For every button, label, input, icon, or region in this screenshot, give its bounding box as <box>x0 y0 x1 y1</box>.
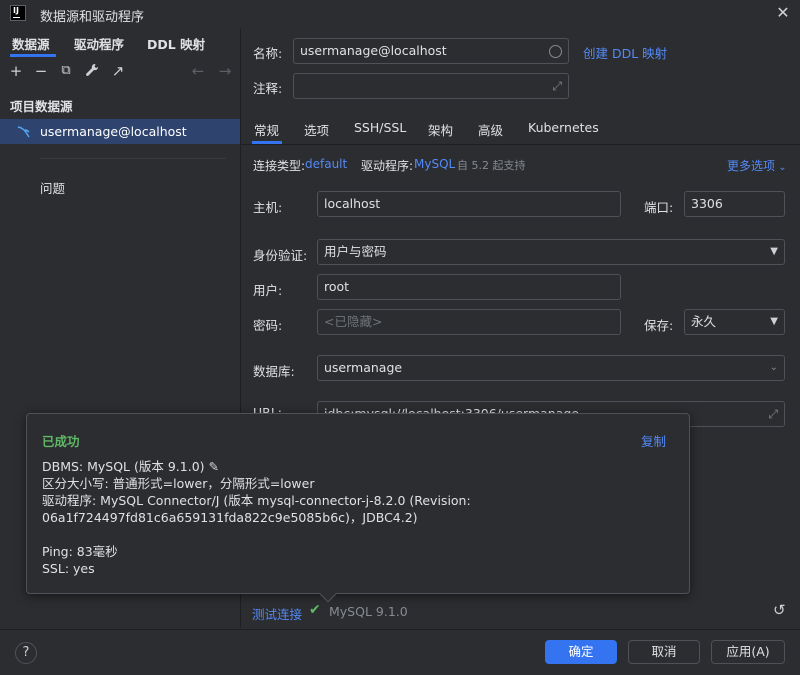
expand-icon[interactable]: ⤢ <box>768 402 778 426</box>
host-field[interactable]: localhost <box>317 191 621 217</box>
case-line: 区分大小写: 普通形式=lower，分隔形式=lower <box>42 476 315 491</box>
back-icon[interactable]: ← <box>190 63 206 79</box>
more-options-label: 更多选项 <box>727 159 776 173</box>
color-circle-icon[interactable] <box>549 45 562 58</box>
dropdown-arrow-icon: ▼ <box>770 316 778 327</box>
comment-field[interactable]: ⤢ <box>293 73 569 99</box>
copy-link[interactable]: 复制 <box>641 431 666 450</box>
app-logo-icon: IJ <box>10 5 26 21</box>
datasource-label[interactable]: usermanage@localhost <box>40 124 187 139</box>
chevron-down-icon: ⌄ <box>775 162 787 173</box>
cancel-button[interactable]: 取消 <box>628 640 700 664</box>
close-icon[interactable]: ✕ <box>774 4 792 22</box>
user-field[interactable]: root <box>317 274 621 300</box>
driver-link[interactable]: MySQL <box>414 157 455 171</box>
chevron-down-icon: ⌄ <box>769 362 778 373</box>
forward-icon[interactable]: → <box>217 63 233 79</box>
save-label: 保存: <box>644 318 674 333</box>
comment-label: 注释: <box>253 81 283 96</box>
expand-icon[interactable]: ⤢ <box>552 74 562 98</box>
password-field[interactable]: <已隐藏> <box>317 309 621 335</box>
driver-label: 驱动程序: <box>361 159 414 173</box>
test-connection-link[interactable]: 测试连接 <box>252 604 302 623</box>
apply-button[interactable]: 应用(A) <box>711 640 785 664</box>
name-label: 名称: <box>253 46 283 61</box>
password-label: 密码: <box>253 318 283 333</box>
auth-select[interactable]: 用户与密码 ▼ <box>317 239 785 265</box>
check-icon: ✔ <box>309 602 321 618</box>
auth-label: 身份验证: <box>253 248 308 263</box>
test-result: MySQL 9.1.0 <box>329 604 408 619</box>
success-status: 已成功 <box>42 434 80 449</box>
auth-value: 用户与密码 <box>324 244 387 259</box>
window-title: 数据源和驱动程序 <box>40 10 145 25</box>
tab-ssh-ssl[interactable]: SSH/SSL <box>354 120 406 135</box>
ping-line: Ping: 83毫秒 <box>42 544 118 559</box>
create-ddl-link[interactable]: 创建 DDL 映射 <box>583 43 667 62</box>
database-value: usermanage <box>324 360 403 375</box>
divider <box>40 158 226 159</box>
tab-schemas[interactable]: 架构 <box>428 120 453 139</box>
connection-result-popup: 已成功 复制 DBMS: MySQL (版本 9.1.0) ✎ 区分大小写: 普… <box>26 413 690 594</box>
dropdown-arrow-icon: ▼ <box>770 246 778 257</box>
name-field[interactable]: usermanage@localhost <box>293 38 569 64</box>
duplicate-icon[interactable]: ⧉ <box>58 63 74 79</box>
save-value: 永久 <box>691 314 717 329</box>
driver-line-2: 06a1f724497fd81c6a659131fda822c9e5085b6c… <box>42 510 418 525</box>
conn-type-label: 连接类型: <box>253 159 306 173</box>
port-label: 端口: <box>644 200 674 215</box>
ssl-line: SSL: yes <box>42 561 95 576</box>
jump-to-source-icon[interactable]: ↗ <box>110 63 126 79</box>
driver-line-1: 驱动程序: MySQL Connector/J (版本 mysql-connec… <box>42 493 471 508</box>
tab-ddl-mappings[interactable]: DDL 映射 <box>147 34 205 53</box>
database-field[interactable]: usermanage ⌄ <box>317 355 785 381</box>
more-options-link[interactable]: 更多选项 ⌄ <box>727 157 787 174</box>
reset-icon[interactable]: ↺ <box>773 601 786 619</box>
tab-options[interactable]: 选项 <box>304 120 329 139</box>
help-button[interactable]: ? <box>15 642 37 664</box>
tab-underline <box>10 54 56 57</box>
tab-drivers[interactable]: 驱动程序 <box>74 34 124 53</box>
add-icon[interactable]: + <box>8 63 24 79</box>
mysql-icon <box>16 124 32 140</box>
dbms-line: DBMS: MySQL (版本 9.1.0) ✎ <box>42 458 219 475</box>
conn-type-link[interactable]: default <box>305 157 347 171</box>
dbms-text: DBMS: MySQL (版本 9.1.0) <box>42 459 205 474</box>
wrench-icon[interactable] <box>84 63 100 79</box>
tab-datasources[interactable]: 数据源 <box>12 34 50 53</box>
remove-icon[interactable]: − <box>33 63 49 79</box>
port-field[interactable]: 3306 <box>684 191 785 217</box>
tab-general[interactable]: 常规 <box>254 120 279 139</box>
problems-item[interactable]: 问题 <box>40 178 65 197</box>
ok-button[interactable]: 确定 <box>545 640 617 664</box>
driver-note: 自 5.2 起支持 <box>457 159 526 172</box>
section-project-datasources: 项目数据源 <box>10 99 73 114</box>
database-label: 数据库: <box>253 364 295 379</box>
tab-kubernetes[interactable]: Kubernetes <box>528 120 599 135</box>
save-select[interactable]: 永久 ▼ <box>684 309 785 335</box>
tab-advanced[interactable]: 高级 <box>478 120 503 139</box>
host-label: 主机: <box>253 200 283 215</box>
name-value: usermanage@localhost <box>300 43 447 58</box>
tabs-divider <box>241 144 800 145</box>
user-label: 用户: <box>253 283 283 298</box>
edit-pencil-icon[interactable]: ✎ <box>209 459 219 474</box>
